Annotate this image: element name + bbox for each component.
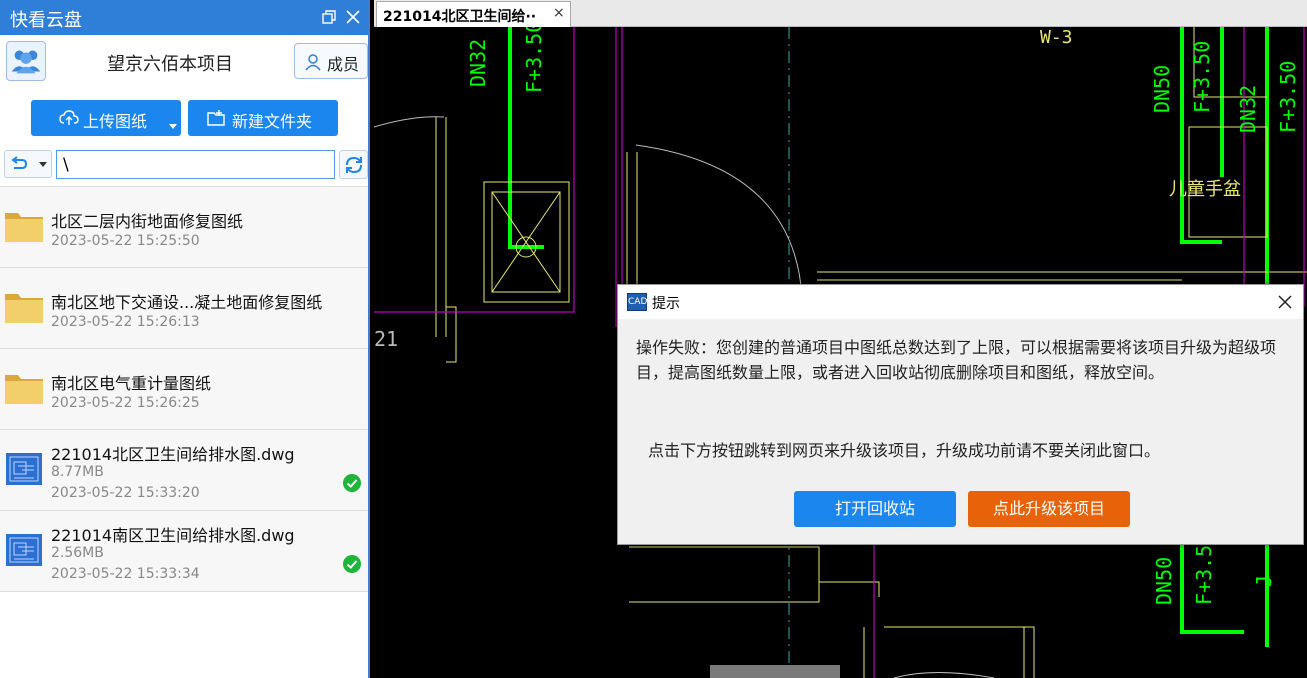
new-folder-icon: [207, 110, 225, 126]
item-date: 2023-05-22 15:25:50: [51, 233, 200, 249]
grey-block: [710, 665, 840, 678]
close-icon[interactable]: [344, 8, 362, 26]
project-name: 望京六佰本项目: [107, 54, 233, 75]
cad-label-f350: F+3.50: [522, 27, 546, 93]
chevron-down-icon[interactable]: [39, 162, 47, 167]
close-icon[interactable]: [1276, 293, 1294, 311]
item-title: 北区二层内街地面修复图纸: [51, 212, 244, 231]
cad-label-dn32b: DN32: [1236, 84, 1260, 133]
item-title: 南北区电气重计量图纸: [51, 374, 212, 393]
item-title: 221014南区卫生间给排水图.dwg: [51, 526, 295, 545]
item-date: 2023-05-22 15:26:25: [51, 395, 200, 411]
upload-drawing-button[interactable]: 上传图纸: [31, 100, 181, 136]
dialog-message: 操作失败：您创建的普通项目中图纸总数达到了上限，可以根据需要将该项目升级为超级项…: [636, 338, 1277, 382]
item-date: 2023-05-22 15:33:34: [51, 566, 200, 582]
item-title: 南北区地下交通设...凝土地面修复图纸: [51, 293, 323, 312]
folder-icon: [5, 375, 43, 404]
synced-check-icon: [343, 555, 361, 573]
document-tabbar: 221014北区卫生间给·· ×: [374, 0, 1307, 27]
cad-label-basin: 儿童手盆: [1169, 179, 1241, 200]
cloud-disk-panel: 快看云盘 望京六佰本项目 成员 上传图纸 新建文件夹 \ 北区二层内街地面修复图…: [0, 0, 370, 678]
cad-label-dn50b: DN50: [1152, 556, 1176, 605]
dialog-title: 提示: [652, 296, 680, 312]
members-button[interactable]: 成员: [294, 43, 368, 79]
item-title: 221014北区卫生间给排水图.dwg: [51, 445, 295, 464]
cad-label-f350b: F+3.50: [1190, 40, 1214, 113]
upgrade-project-button[interactable]: 点此升级该项目: [968, 491, 1130, 527]
new-folder-button[interactable]: 新建文件夹: [188, 100, 338, 136]
list-item[interactable]: 221014南区卫生间给排水图.dwg 2.56MB 2023-05-22 15…: [0, 511, 368, 592]
members-label: 成员: [327, 55, 360, 74]
cad-label-f35: F+3.5: [1192, 544, 1216, 605]
file-list: 北区二层内街地面修复图纸 2023-05-22 15:25:50 南北区地下交通…: [0, 186, 368, 678]
item-size: 8.77MB: [51, 464, 104, 480]
item-size: 2.56MB: [51, 545, 104, 561]
cad-app-icon: CAD: [627, 293, 647, 311]
cad-label-f350c: F+3.50: [1276, 60, 1300, 133]
cad-label-j: J: [1252, 574, 1276, 587]
list-item[interactable]: 南北区地下交通设...凝土地面修复图纸 2023-05-22 15:26:13: [0, 268, 368, 349]
folder-icon: [5, 294, 43, 323]
folder-icon: [5, 213, 43, 242]
back-button[interactable]: [4, 150, 52, 178]
chevron-down-icon[interactable]: [169, 124, 177, 129]
cad-label-21: 21: [374, 327, 399, 351]
dwg-file-icon: [6, 534, 42, 566]
refresh-icon: [346, 156, 362, 174]
list-item[interactable]: 南北区电气重计量图纸 2023-05-22 15:26:25: [0, 349, 368, 430]
panel-titlebar: 快看云盘: [0, 0, 368, 35]
dialog-titlebar: CAD 提示: [618, 285, 1303, 319]
cad-label-dn32: DN32: [466, 38, 490, 87]
restore-window-icon[interactable]: [320, 8, 338, 26]
path-input[interactable]: [56, 150, 335, 179]
user-icon: [305, 54, 321, 71]
app-root: 快看云盘 望京六佰本项目 成员 上传图纸 新建文件夹 \ 北区二层内街地面修复图…: [0, 0, 1307, 678]
upload-label: 上传图纸: [83, 112, 148, 131]
panel-title: 快看云盘: [10, 10, 82, 31]
cad-label-dn50: DN50: [1150, 64, 1174, 113]
project-group-icon: [6, 41, 46, 81]
new-folder-label: 新建文件夹: [232, 112, 313, 131]
close-tab-icon[interactable]: ×: [553, 5, 565, 21]
tab-label: 221014北区卫生间给··: [383, 9, 537, 25]
list-item[interactable]: 北区二层内街地面修复图纸 2023-05-22 15:25:50: [0, 187, 368, 268]
cad-label-w3: W-3: [1040, 27, 1073, 48]
cloud-upload-icon: [59, 110, 79, 125]
alert-dialog: CAD 提示 操作失败：您创建的普通项目中图纸总数达到了上限，可以根据需要将该项…: [617, 284, 1304, 545]
project-header: 望京六佰本项目 成员: [0, 35, 368, 87]
dwg-file-icon: [6, 453, 42, 485]
dialog-instruction: 点击下方按钮跳转到网页来升级该项目，升级成功前请不要关闭此窗口。: [648, 441, 1161, 460]
item-date: 2023-05-22 15:26:13: [51, 314, 200, 330]
undo-arrow-icon: [11, 156, 28, 169]
item-date: 2023-05-22 15:33:20: [51, 485, 200, 501]
refresh-button[interactable]: [339, 150, 368, 179]
tab-drawing[interactable]: 221014北区卫生间给·· ×: [376, 1, 571, 27]
list-item[interactable]: 221014北区卫生间给排水图.dwg 8.77MB 2023-05-22 15…: [0, 430, 368, 511]
synced-check-icon: [343, 474, 361, 492]
open-recycle-bin-button[interactable]: 打开回收站: [794, 491, 956, 527]
